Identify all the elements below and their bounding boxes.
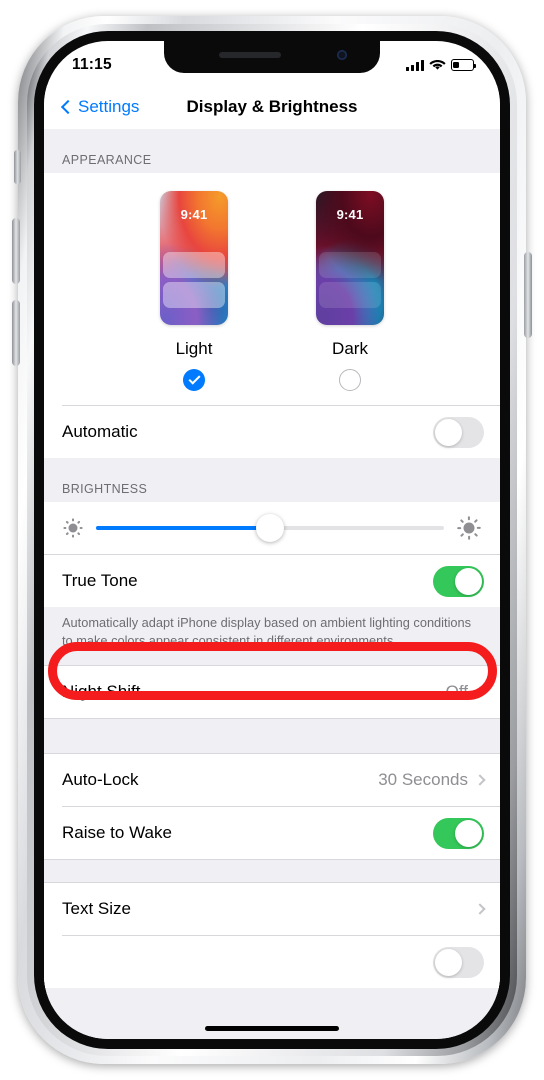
row-partial-next[interactable] [44, 936, 500, 989]
mute-switch-button[interactable] [14, 150, 21, 184]
row-night-shift[interactable]: Night Shift Off [44, 666, 500, 719]
light-theme-preview[interactable]: 9:41 [160, 191, 228, 325]
auto-lock-value: 30 Seconds [378, 770, 468, 790]
wifi-icon [429, 60, 446, 70]
volume-up-button[interactable] [12, 218, 20, 284]
true-tone-description: Automatically adapt iPhone display based… [62, 615, 472, 648]
automatic-toggle[interactable] [433, 416, 484, 448]
earpiece-speaker-icon [219, 52, 281, 58]
dark-theme-preview[interactable]: 9:41 [316, 191, 384, 325]
appearance-option-light[interactable]: 9:41 Light [160, 191, 228, 391]
automatic-label: Automatic [62, 422, 138, 441]
raise-to-wake-toggle[interactable] [433, 817, 484, 849]
checkmark-icon [187, 372, 201, 385]
phone-screen: 11:15 Settings Display & Brightness APPE… [44, 41, 500, 1039]
appearance-card: 9:41 Light 9:41 Dark Automatic [44, 173, 500, 458]
raise-to-wake-label: Raise to Wake [62, 823, 172, 843]
dark-theme-label: Dark [332, 339, 368, 358]
true-tone-toggle[interactable] [433, 565, 484, 597]
preview-notification [319, 282, 381, 308]
dark-theme-radio[interactable] [339, 369, 361, 391]
front-camera-icon [337, 50, 347, 60]
auto-lock-label: Auto-Lock [62, 770, 139, 790]
light-preview-time: 9:41 [180, 207, 208, 222]
light-theme-checkmark[interactable] [183, 369, 205, 391]
text-size-label: Text Size [62, 899, 131, 919]
dark-preview-time: 9:41 [336, 207, 364, 222]
partial-row-toggle[interactable] [433, 946, 484, 978]
night-shift-value-group: Off [445, 682, 486, 702]
chevron-right-icon [474, 903, 486, 915]
navigation-bar: Settings Display & Brightness [44, 85, 500, 129]
back-button[interactable]: Settings [60, 97, 139, 117]
text-size-card: Text Size [44, 882, 500, 989]
brightness-section-header: BRIGHTNESS [62, 482, 148, 496]
appearance-section-header: APPEARANCE [62, 153, 152, 167]
battery-icon [451, 59, 477, 71]
brightness-fill [96, 526, 270, 530]
chevron-left-icon [60, 99, 76, 115]
preview-notification [163, 282, 225, 308]
display-notch [164, 41, 380, 73]
toggle-knob [435, 948, 462, 976]
home-indicator[interactable] [205, 1026, 339, 1031]
brightness-thumb[interactable] [256, 514, 284, 542]
row-raise-to-wake[interactable]: Raise to Wake [44, 807, 500, 860]
preview-notification [319, 252, 381, 278]
brightness-track[interactable] [96, 514, 444, 542]
toggle-knob [455, 819, 482, 847]
row-auto-lock[interactable]: Auto-Lock 30 Seconds [44, 754, 500, 807]
true-tone-label: True Tone [62, 571, 138, 590]
chevron-right-icon [474, 686, 486, 698]
back-button-label: Settings [78, 97, 140, 116]
lock-card: Auto-Lock 30 Seconds Raise to Wake [44, 753, 500, 861]
auto-lock-value-group: 30 Seconds [378, 770, 486, 790]
night-shift-value: Off [445, 682, 468, 702]
row-text-size[interactable]: Text Size [44, 883, 500, 936]
light-theme-label: Light [175, 339, 213, 358]
text-size-value-group [474, 903, 486, 915]
preview-notification [163, 252, 225, 278]
sun-low-icon [62, 517, 84, 539]
appearance-options: 9:41 Light 9:41 Dark [44, 173, 500, 405]
brightness-card: True Tone [44, 502, 500, 607]
night-shift-label: Night Shift [62, 682, 141, 702]
power-button[interactable] [524, 252, 532, 338]
status-bar-indicators [406, 59, 477, 71]
row-true-tone[interactable]: True Tone [44, 555, 500, 607]
settings-content[interactable]: APPEARANCE 9:41 Light 9:41 Dark Automati… [44, 129, 500, 1039]
volume-down-button[interactable] [12, 300, 20, 366]
night-shift-card: Night Shift Off [44, 665, 500, 720]
row-automatic[interactable]: Automatic [44, 406, 500, 458]
appearance-option-dark[interactable]: 9:41 Dark [316, 191, 384, 391]
toggle-knob [455, 567, 482, 595]
sun-high-icon [456, 515, 482, 541]
screenshot-stage: 11:15 Settings Display & Brightness APPE… [0, 0, 544, 1080]
status-bar-time: 11:15 [72, 56, 112, 73]
brightness-slider-row[interactable] [44, 502, 500, 554]
chevron-right-icon [474, 774, 486, 786]
cellular-bars-icon [406, 59, 424, 71]
toggle-knob [435, 418, 462, 446]
